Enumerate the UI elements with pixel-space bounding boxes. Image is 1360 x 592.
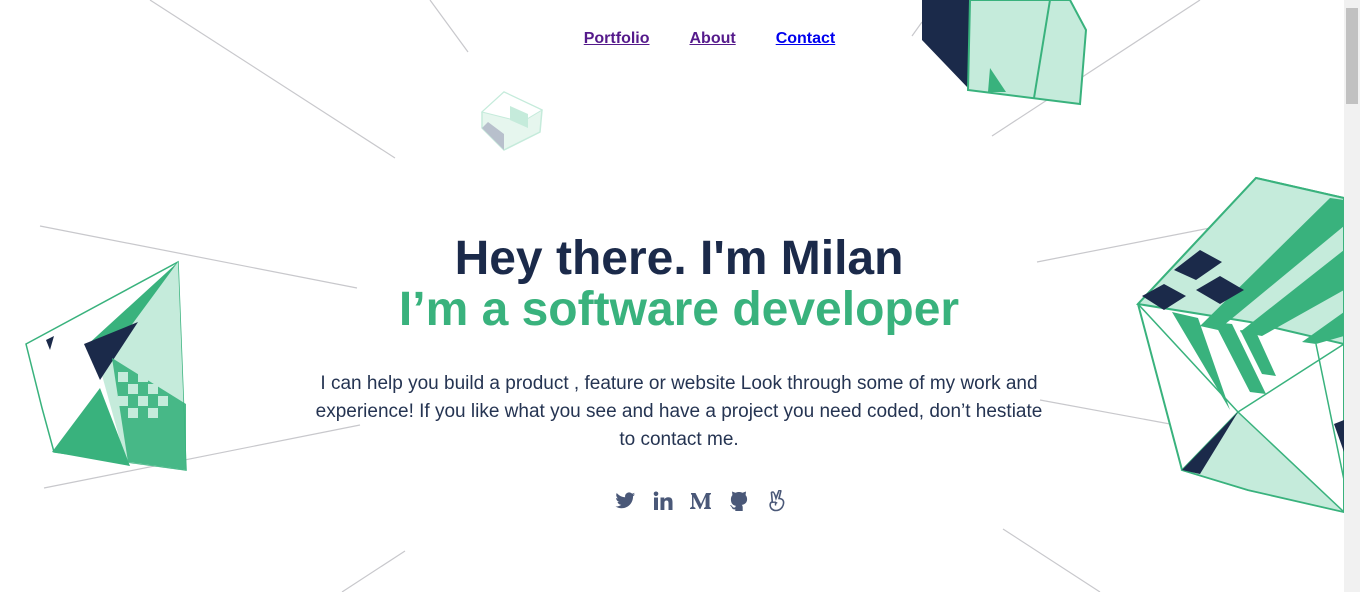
nav-link-contact[interactable]: Contact bbox=[776, 30, 836, 48]
hero-description: I can help you build a product , feature… bbox=[315, 373, 1043, 450]
shape-top-right bbox=[922, 0, 1088, 106]
twitter-icon[interactable] bbox=[614, 488, 636, 514]
linkedin-icon[interactable] bbox=[652, 488, 674, 514]
angellist-icon[interactable] bbox=[766, 488, 788, 514]
main-nav: Portfolio About Contact bbox=[0, 30, 1344, 48]
nav-link-portfolio[interactable]: Portfolio bbox=[584, 30, 650, 48]
social-links bbox=[0, 488, 1344, 514]
hero-heading: Hey there. I'm Milan bbox=[454, 232, 904, 285]
hero-section: Hey there. I'm Milan I’m a software deve… bbox=[0, 232, 1344, 454]
page: Portfolio About Contact Hey there. I'm M… bbox=[0, 0, 1344, 592]
github-icon[interactable] bbox=[728, 488, 750, 514]
hero-subheading: I’m a software developer bbox=[398, 283, 960, 336]
medium-icon[interactable] bbox=[690, 488, 712, 514]
shape-small-cube bbox=[480, 91, 544, 151]
scrollbar[interactable] bbox=[1344, 0, 1360, 592]
nav-link-about[interactable]: About bbox=[690, 30, 736, 48]
scrollbar-thumb[interactable] bbox=[1346, 8, 1358, 104]
